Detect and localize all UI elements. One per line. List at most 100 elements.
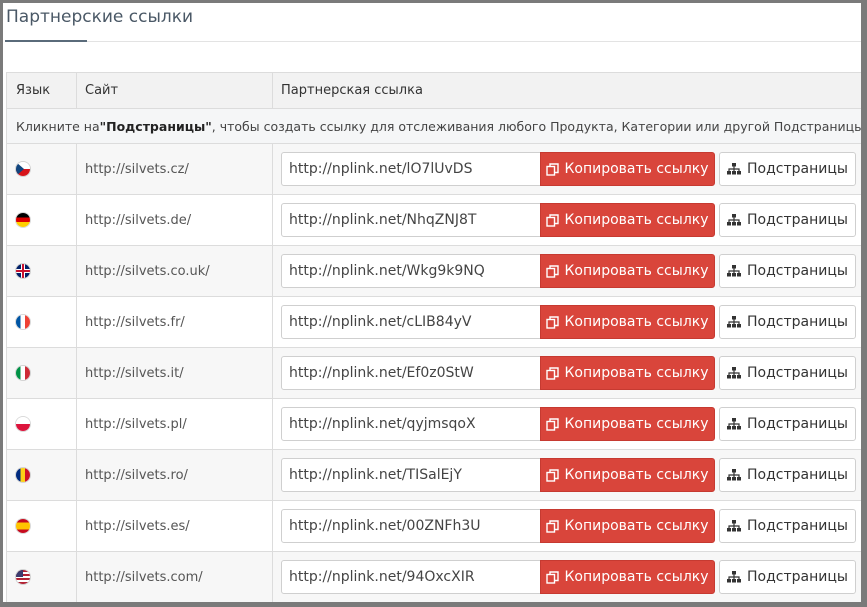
subpages-button[interactable]: Подстраницы bbox=[719, 203, 856, 237]
link-cell: http://nplink.net/NhqZNJ8T Копировать ссы… bbox=[272, 195, 861, 245]
table-row: http://silvets.de/http://nplink.net/NhqZ… bbox=[6, 195, 861, 246]
subpages-button[interactable]: Подстраницы bbox=[719, 407, 856, 441]
copy-link-button[interactable]: Копировать ссылку bbox=[540, 305, 715, 339]
affiliate-link-field[interactable]: http://nplink.net/Wkg9k9NQ bbox=[281, 254, 541, 288]
subpages-label: Подстраницы bbox=[747, 314, 848, 330]
info-row: Кликните на "Подстраницы", чтобы создать… bbox=[6, 109, 861, 144]
sitemap-icon bbox=[727, 418, 742, 430]
site-cell: http://silvets.fr/ bbox=[76, 297, 272, 347]
site-cell: http://silvets.cz/ bbox=[76, 144, 272, 194]
copy-link-button[interactable]: Копировать ссылку bbox=[540, 356, 715, 390]
subpages-button[interactable]: Подстраницы bbox=[719, 509, 856, 543]
link-cell: http://nplink.net/lO7lUvDS Копировать ссы… bbox=[272, 144, 861, 194]
affiliate-link-field[interactable]: http://nplink.net/Ef0z0StW bbox=[281, 356, 541, 390]
copy-link-button[interactable]: Копировать ссылку bbox=[540, 152, 715, 186]
copy-link-label: Копировать ссылку bbox=[564, 416, 709, 432]
table-header: Язык Сайт Партнерская ссылка bbox=[6, 72, 861, 109]
subpages-button[interactable]: Подстраницы bbox=[719, 152, 856, 186]
affiliate-link-field[interactable]: http://nplink.net/lO7lUvDS bbox=[281, 152, 541, 186]
affiliate-link-field[interactable]: http://nplink.net/TISalEjY bbox=[281, 458, 541, 492]
copy-icon bbox=[546, 468, 560, 482]
info-prefix: Кликните на bbox=[16, 118, 100, 134]
sitemap-icon bbox=[727, 571, 742, 583]
site-cell: http://silvets.co.uk/ bbox=[76, 246, 272, 296]
copy-link-label: Копировать ссылку bbox=[564, 212, 709, 228]
copy-icon bbox=[546, 162, 560, 176]
copy-link-label: Копировать ссылку bbox=[564, 467, 709, 483]
language-cell bbox=[6, 552, 76, 602]
title-underline bbox=[5, 40, 87, 42]
site-url: http://silvets.it/ bbox=[85, 365, 184, 381]
link-cell: http://nplink.net/00ZNFh3U Копировать ссы… bbox=[272, 501, 861, 551]
header-affiliate-link: Партнерская ссылка bbox=[272, 73, 861, 108]
site-url: http://silvets.es/ bbox=[85, 518, 190, 534]
subpages-label: Подстраницы bbox=[747, 161, 848, 177]
subpages-button[interactable]: Подстраницы bbox=[719, 254, 856, 288]
affiliate-link-field[interactable]: http://nplink.net/NhqZNJ8T bbox=[281, 203, 541, 237]
flag-pl-icon bbox=[16, 417, 30, 431]
copy-icon bbox=[546, 315, 560, 329]
affiliate-link-field[interactable]: http://nplink.net/cLIB84yV bbox=[281, 305, 541, 339]
copy-link-button[interactable]: Копировать ссылку bbox=[540, 458, 715, 492]
site-url: http://silvets.pl/ bbox=[85, 416, 187, 432]
copy-link-label: Копировать ссылку bbox=[564, 314, 709, 330]
site-url: http://silvets.ro/ bbox=[85, 467, 188, 483]
header-site: Сайт bbox=[76, 73, 272, 108]
site-cell: http://silvets.pl/ bbox=[76, 399, 272, 449]
site-url: http://silvets.com/ bbox=[85, 569, 203, 585]
site-cell: http://silvets.it/ bbox=[76, 348, 272, 398]
table-row: http://silvets.ro/http://nplink.net/TISa… bbox=[6, 450, 861, 501]
sitemap-icon bbox=[727, 265, 742, 277]
table-row: http://silvets.it/http://nplink.net/Ef0z… bbox=[6, 348, 861, 399]
info-bold: "Подстраницы" bbox=[99, 118, 212, 134]
sitemap-icon bbox=[727, 163, 742, 175]
affiliate-link-field[interactable]: http://nplink.net/qyjmsqoX bbox=[281, 407, 541, 441]
copy-link-button[interactable]: Копировать ссылку bbox=[540, 203, 715, 237]
affiliate-link-field[interactable]: http://nplink.net/00ZNFh3U bbox=[281, 509, 541, 543]
header-language: Язык bbox=[6, 73, 76, 108]
copy-link-label: Копировать ссылку bbox=[564, 365, 709, 381]
site-url: http://silvets.cz/ bbox=[85, 161, 189, 177]
subpages-button[interactable]: Подстраницы bbox=[719, 458, 856, 492]
site-url: http://silvets.de/ bbox=[85, 212, 192, 228]
copy-link-button[interactable]: Копировать ссылку bbox=[540, 407, 715, 441]
sitemap-icon bbox=[727, 469, 742, 481]
flag-uk-icon bbox=[16, 264, 30, 278]
page-title: Партнерские ссылки bbox=[6, 7, 194, 27]
table-row: http://silvets.pl/http://nplink.net/qyjm… bbox=[6, 399, 861, 450]
subpages-button[interactable]: Подстраницы bbox=[719, 356, 856, 390]
flag-it-icon bbox=[16, 366, 30, 380]
language-cell bbox=[6, 297, 76, 347]
sitemap-icon bbox=[727, 214, 742, 226]
language-cell bbox=[6, 195, 76, 245]
sitemap-icon bbox=[727, 316, 742, 328]
language-cell bbox=[6, 348, 76, 398]
table-row: http://silvets.es/http://nplink.net/00ZN… bbox=[6, 501, 861, 552]
link-cell: http://nplink.net/TISalEjY Копировать ссы… bbox=[272, 450, 861, 500]
language-cell bbox=[6, 246, 76, 296]
link-cell: http://nplink.net/94OxcXIR Копировать ссы… bbox=[272, 552, 861, 602]
flag-cz-icon bbox=[16, 162, 30, 176]
link-cell: http://nplink.net/cLIB84yV Копировать ссы… bbox=[272, 297, 861, 347]
language-cell bbox=[6, 144, 76, 194]
table-row: http://silvets.co.uk/http://nplink.net/W… bbox=[6, 246, 861, 297]
subpages-label: Подстраницы bbox=[747, 365, 848, 381]
copy-link-button[interactable]: Копировать ссылку bbox=[540, 560, 715, 594]
copy-link-button[interactable]: Копировать ссылку bbox=[540, 254, 715, 288]
flag-es-icon bbox=[16, 519, 30, 533]
affiliate-link-field[interactable]: http://nplink.net/94OxcXIR bbox=[281, 560, 541, 594]
copy-icon bbox=[546, 570, 560, 584]
copy-link-button[interactable]: Копировать ссылку bbox=[540, 509, 715, 543]
subpages-button[interactable]: Подстраницы bbox=[719, 305, 856, 339]
language-cell bbox=[6, 501, 76, 551]
site-url: http://silvets.co.uk/ bbox=[85, 263, 210, 279]
subpages-label: Подстраницы bbox=[747, 518, 848, 534]
subpages-label: Подстраницы bbox=[747, 212, 848, 228]
subpages-button[interactable]: Подстраницы bbox=[719, 560, 856, 594]
table-row: http://silvets.cz/http://nplink.net/lO7l… bbox=[6, 144, 861, 195]
copy-icon bbox=[546, 366, 560, 380]
site-cell: http://silvets.de/ bbox=[76, 195, 272, 245]
site-cell: http://silvets.com/ bbox=[76, 552, 272, 602]
affiliate-links-table: Язык Сайт Партнерская ссылка Кликните на… bbox=[6, 72, 861, 602]
subpages-label: Подстраницы bbox=[747, 263, 848, 279]
